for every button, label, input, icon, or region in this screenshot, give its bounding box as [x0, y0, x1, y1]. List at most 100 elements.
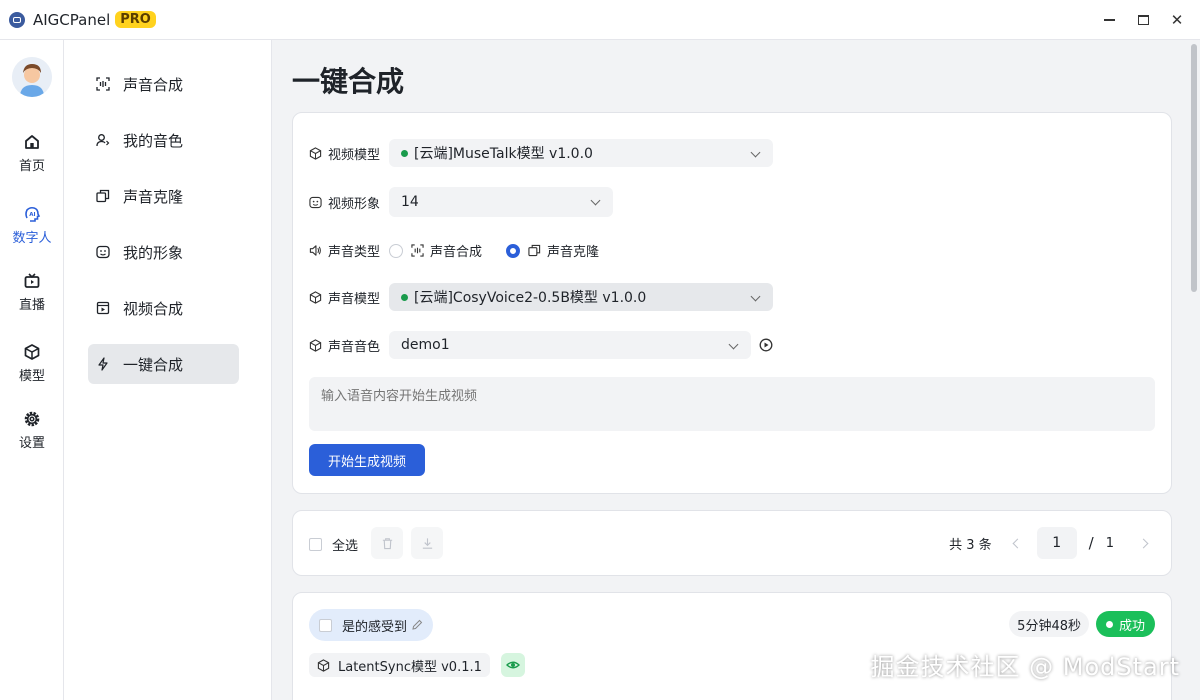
ai-face-icon: AI — [25, 206, 41, 222]
video-model-label: 视频模型 — [328, 147, 381, 163]
chevron-down-icon — [750, 147, 761, 158]
chevron-right-icon[interactable] — [1138, 538, 1149, 548]
download-icon — [422, 537, 432, 549]
pagination: 共 3 条 1 / 1 — [949, 527, 1149, 559]
voice-type-row: 声音类型 声音合成 声音克隆 — [309, 241, 623, 260]
video-model-select[interactable]: [云端]MuseTalk模型 v1.0.0 — [389, 139, 773, 167]
chevron-left-icon[interactable] — [1012, 538, 1023, 548]
status-text: 成功 — [1118, 618, 1145, 634]
select-all-checkbox[interactable] — [309, 538, 322, 551]
cube-icon — [317, 658, 330, 672]
nav-item-label: 设置 — [18, 435, 45, 451]
voice-model-row: 声音模型 [云端]CosyVoice2-0.5B模型 v1.0.0 — [309, 283, 773, 311]
sub-item-my-avatars[interactable]: 我的形象 — [88, 232, 239, 272]
record-title-chip[interactable]: 是的感受到 — [309, 609, 434, 641]
sub-item-voice-synthesis[interactable]: 声音合成 — [88, 64, 239, 104]
voice-model-label: 声音模型 — [328, 291, 381, 307]
radio-label: 声音克隆 — [547, 245, 600, 260]
gpu-eye-icon — [506, 661, 520, 669]
main-content: 一键合成 视频模型 [云端]MuseTalk模型 v1.0.0 视频形象 14 — [272, 40, 1188, 700]
chevron-down-icon — [750, 291, 761, 302]
sub-item-label: 我的形象 — [123, 243, 184, 262]
sub-item-voice-clone[interactable]: 声音克隆 — [88, 176, 239, 216]
video-avatar-value: 14 — [401, 194, 419, 210]
app-title: AIGCPanel — [33, 10, 111, 29]
chevron-down-icon — [728, 339, 739, 350]
home-icon — [25, 134, 39, 149]
video-avatar-row: 视频形象 14 — [309, 187, 613, 217]
video-avatar-select[interactable]: 14 — [389, 187, 613, 217]
speaker-icon — [309, 245, 321, 256]
nav-item-digital-human[interactable]: AI 数字人 — [0, 195, 64, 255]
sub-item-label: 视频合成 — [123, 299, 184, 318]
select-all[interactable]: 全选 — [309, 535, 358, 554]
start-generate-button[interactable]: 开始生成视频 — [309, 444, 425, 476]
total-count: 共 3 条 — [949, 537, 992, 553]
page-title: 一键合成 — [292, 65, 405, 98]
video-icon — [96, 301, 110, 315]
sub-item-label: 一键合成 — [123, 355, 184, 374]
video-model-row: 视频模型 [云端]MuseTalk模型 v1.0.0 — [309, 139, 773, 167]
cube-icon — [309, 290, 322, 304]
nav-item-label: 模型 — [18, 368, 45, 384]
nav-item-home[interactable]: 首页 — [0, 123, 64, 183]
duration-badge: 5分钟48秒 — [1009, 611, 1089, 637]
sub-item-one-click[interactable]: 一键合成 — [88, 344, 239, 384]
play-icon[interactable] — [759, 338, 773, 352]
sub-item-video-synthesis[interactable]: 视频合成 — [88, 288, 239, 328]
cube-icon — [24, 343, 40, 360]
gear-icon — [24, 411, 40, 426]
video-model-value: [云端]MuseTalk模型 v1.0.0 — [414, 146, 593, 162]
watermark: 掘金技术社区 @ ModStart — [870, 653, 1180, 681]
delete-button[interactable] — [371, 527, 403, 559]
clone-icon — [528, 244, 541, 257]
title-bar: AIGCPanel PRO ✕ — [0, 0, 1200, 40]
maximize-icon[interactable] — [1126, 0, 1160, 40]
avatar[interactable] — [12, 57, 52, 97]
scan-icon — [96, 77, 110, 91]
voice-timbre-label: 声音音色 — [328, 339, 381, 355]
app-logo-icon — [9, 11, 25, 28]
pro-badge: PRO — [115, 11, 156, 28]
sub-item-label: 我的音色 — [123, 131, 184, 150]
radio-button-selected[interactable] — [506, 243, 521, 258]
list-toolbar-card: 全选 共 3 条 1 / 1 — [292, 510, 1172, 576]
svg-text:AI: AI — [29, 212, 35, 218]
nav-item-settings[interactable]: 设置 — [0, 400, 64, 460]
voice-timbre-row: 声音音色 demo1 — [309, 331, 773, 359]
task-record-card: 是的感受到 5分钟48秒 成功 LatentSync模型 v0.1.1 — [292, 592, 1172, 700]
minimize-icon[interactable] — [1092, 0, 1126, 40]
select-all-label: 全选 — [332, 539, 359, 554]
sub-item-label: 声音合成 — [123, 75, 184, 94]
bolt-icon — [98, 357, 108, 371]
cube-icon — [309, 338, 322, 352]
page-separator: / — [1088, 534, 1094, 552]
voice-timbre-value: demo1 — [401, 337, 450, 353]
gpu-tag — [501, 653, 525, 677]
page-number-input[interactable]: 1 — [1036, 527, 1077, 559]
record-checkbox[interactable] — [319, 618, 332, 632]
sub-nav: 声音合成 我的音色 声音克隆 我的形象 视频合成 一键合成 — [64, 40, 272, 700]
radio-voice-clone[interactable]: 声音克隆 — [506, 241, 599, 260]
cube-icon — [309, 146, 322, 160]
sub-item-my-voices[interactable]: 我的音色 — [88, 120, 239, 160]
speech-text-input[interactable] — [309, 377, 1155, 431]
edit-icon[interactable] — [411, 619, 423, 631]
online-status-dot — [401, 293, 408, 301]
model-tag: LatentSync模型 v0.1.1 — [309, 653, 490, 677]
nav-item-model[interactable]: 模型 — [0, 333, 64, 393]
voice-model-select[interactable]: [云端]CosyVoice2-0.5B模型 v1.0.0 — [389, 283, 773, 311]
face-icon — [96, 245, 110, 259]
page-scrollbar[interactable] — [1191, 44, 1197, 292]
nav-item-label: 首页 — [18, 158, 45, 174]
nav-item-live[interactable]: 直播 — [0, 262, 64, 322]
download-button[interactable] — [411, 527, 443, 559]
sub-item-label: 声音克隆 — [123, 187, 184, 206]
voice-timbre-select[interactable]: demo1 — [389, 331, 751, 359]
total-pages: 1 — [1105, 535, 1114, 551]
radio-voice-synthesis[interactable]: 声音合成 — [389, 241, 482, 260]
voice-type-label: 声音类型 — [328, 245, 381, 260]
radio-button[interactable] — [389, 243, 403, 258]
close-icon[interactable]: ✕ — [1160, 0, 1194, 40]
chevron-down-icon — [590, 195, 601, 206]
